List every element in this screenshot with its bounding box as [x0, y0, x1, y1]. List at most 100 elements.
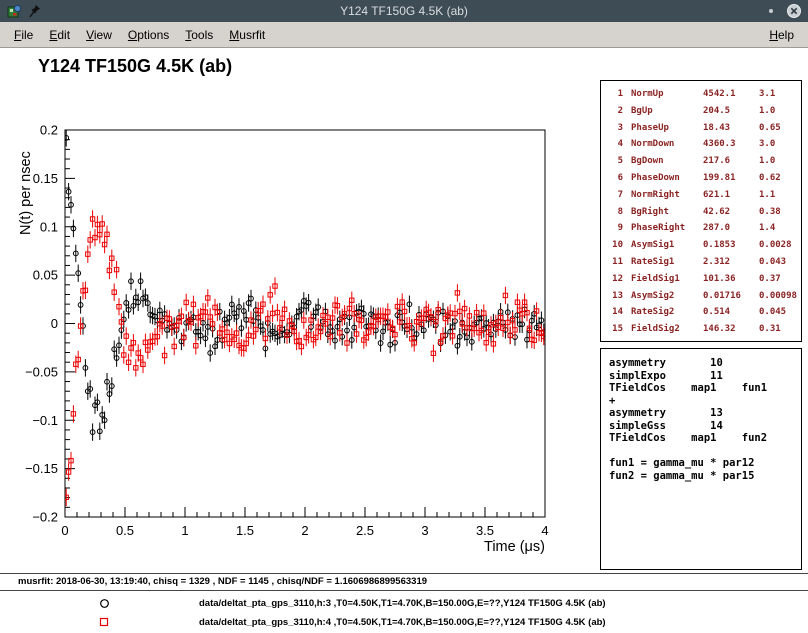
param-value: 0.514 [703, 304, 759, 321]
menu-item-file[interactable]: File [6, 24, 41, 46]
theory-line: simpleGss 14 [609, 420, 801, 433]
window-controls [763, 3, 802, 19]
param-value: 621.1 [703, 187, 759, 204]
x-tick-label: 0.5 [116, 523, 134, 538]
param-name: BgDown [631, 153, 703, 170]
param-value: 4360.3 [703, 136, 759, 153]
param-name: PhaseRight [631, 220, 703, 237]
param-value: 146.32 [703, 321, 759, 338]
window-titlebar[interactable]: Y124 TF150G 4.5K (ab) [0, 0, 808, 22]
param-error: 0.31 [759, 321, 801, 338]
param-error: 0.37 [759, 271, 801, 288]
y-tick-label: −0.1 [32, 413, 58, 428]
param-no: 4 [607, 136, 623, 153]
legend: data/deltat_pta_gps_3110,h:3 ,T0=4.50K,T… [0, 590, 808, 632]
param-no: 9 [607, 220, 623, 237]
param-value: 42.62 [703, 204, 759, 221]
parameter-row: 4 NormDown4360.33.0 [601, 136, 801, 153]
window-title: Y124 TF150G 4.5K (ab) [0, 4, 808, 18]
menu-item-label: Tools [185, 28, 213, 42]
parameter-table: 1NormUp4542.13.12BgUp204.51.03PhaseUp18.… [600, 80, 802, 342]
menu-item-label: File [14, 28, 33, 42]
x-tick-label: 3 [421, 523, 428, 538]
application-window: Y124 TF150G 4.5K (ab) File EditView Option… [0, 0, 808, 633]
x-tick-label: 2.5 [356, 523, 374, 538]
theory-line: fun1 = gamma_mu * par12 [609, 457, 801, 470]
theory-line: TFieldCos map1 fun2 [609, 432, 801, 445]
theory-line: asymmetry 10 [609, 357, 801, 370]
series-red-squares [64, 210, 546, 506]
param-name: RateSig2 [631, 304, 703, 321]
param-error: 0.045 [759, 304, 801, 321]
menu-item-label: Options [128, 28, 169, 42]
x-tick-label: 1 [181, 523, 188, 538]
theory-line: + [609, 395, 801, 408]
param-value: 101.36 [703, 271, 759, 288]
param-no: 7 [607, 187, 623, 204]
parameter-row: 8BgRight42.620.38 [601, 204, 801, 221]
legend-marker-square [99, 617, 110, 628]
param-error: 0.65 [759, 120, 801, 137]
theory-line [609, 445, 801, 458]
x-tick-label: 1.5 [236, 523, 254, 538]
menu-item-tools[interactable]: Tools [177, 24, 221, 46]
param-name: NormDown [631, 136, 703, 153]
param-value: 4542.1 [703, 86, 759, 103]
param-no: 14 [607, 304, 623, 321]
param-no: 6 [607, 170, 623, 187]
param-no: 3 [607, 120, 623, 137]
theory-box: asymmetry 10simplExpo 11 TFieldCos map1 f… [600, 348, 802, 570]
param-error: 1.1 [759, 187, 801, 204]
param-value: 199.81 [703, 170, 759, 187]
legend-label: data/deltat_pta_gps_3110,h:4 ,T0=4.50K,T… [199, 617, 606, 628]
menu-item-edit[interactable]: Edit [41, 24, 78, 46]
param-no: 13 [607, 288, 623, 305]
param-name: AsymSig1 [631, 237, 703, 254]
y-tick-label: 0.2 [40, 123, 58, 138]
parameter-row: 13AsymSig20.017160.00098 [601, 288, 801, 305]
pin-icon[interactable] [27, 3, 43, 19]
legend-marker-circle [99, 598, 110, 609]
fit-stats: musrfit: 2018-06-30, 13:19:40, chisq = 1… [0, 574, 808, 590]
parameter-row: 11RateSig12.3120.043 [601, 254, 801, 271]
parameter-row: 7NormRight621.11.1 [601, 187, 801, 204]
parameter-row: 6PhaseDown199.810.62 [601, 170, 801, 187]
theory-line: simplExpo 11 [609, 370, 801, 383]
param-error: 1.0 [759, 103, 801, 120]
param-name: RateSig1 [631, 254, 703, 271]
menu-item-help[interactable]: Help [761, 24, 802, 46]
x-tick-label: 3.5 [476, 523, 494, 538]
parameter-row: 5BgDown217.61.0 [601, 153, 801, 170]
y-tick-label: −0.2 [32, 510, 58, 525]
menubar-left: File EditView Options Tools Musrfit [6, 24, 273, 46]
parameter-row: 3PhaseUp18.430.65 [601, 120, 801, 137]
menu-item-musrfit[interactable]: Musrfit [221, 24, 273, 46]
menu-item-label: Musrfit [229, 28, 265, 42]
param-error: 0.38 [759, 204, 801, 221]
parameter-row: 15FieldSig2146.320.31 [601, 321, 801, 338]
y-tick-label: −0.15 [25, 461, 58, 476]
parameter-row: 1NormUp4542.13.1 [601, 86, 801, 103]
menu-item-view[interactable]: View [78, 24, 120, 46]
param-name: NormUp [631, 86, 703, 103]
close-button[interactable] [786, 3, 802, 19]
x-tick-label: 0 [61, 523, 68, 538]
param-no: 10 [607, 237, 623, 254]
param-error: 1.0 [759, 153, 801, 170]
legend-item: data/deltat_pta_gps_3110,h:3 ,T0=4.50K,T… [0, 594, 808, 613]
plot-canvas[interactable]: 00.511.522.533.54−0.2−0.15−0.1−0.0500.05… [0, 48, 600, 573]
theory-line: asymmetry 13 [609, 407, 801, 420]
param-value: 287.0 [703, 220, 759, 237]
param-name: BgRight [631, 204, 703, 221]
minimize-button[interactable] [763, 3, 779, 19]
param-error: 1.4 [759, 220, 801, 237]
theory-line: fun2 = gamma_mu * par15 [609, 470, 801, 483]
param-value: 2.312 [703, 254, 759, 271]
param-error: 0.00098 [759, 288, 801, 305]
param-error: 3.0 [759, 136, 801, 153]
parameter-row: 2BgUp204.51.0 [601, 103, 801, 120]
menu-item-options[interactable]: Options [120, 24, 177, 46]
param-value: 0.1853 [703, 237, 759, 254]
plot-area: 00.511.522.533.54−0.2−0.15−0.1−0.0500.05… [0, 48, 808, 573]
legend-item: data/deltat_pta_gps_3110,h:4 ,T0=4.50K,T… [0, 613, 808, 632]
